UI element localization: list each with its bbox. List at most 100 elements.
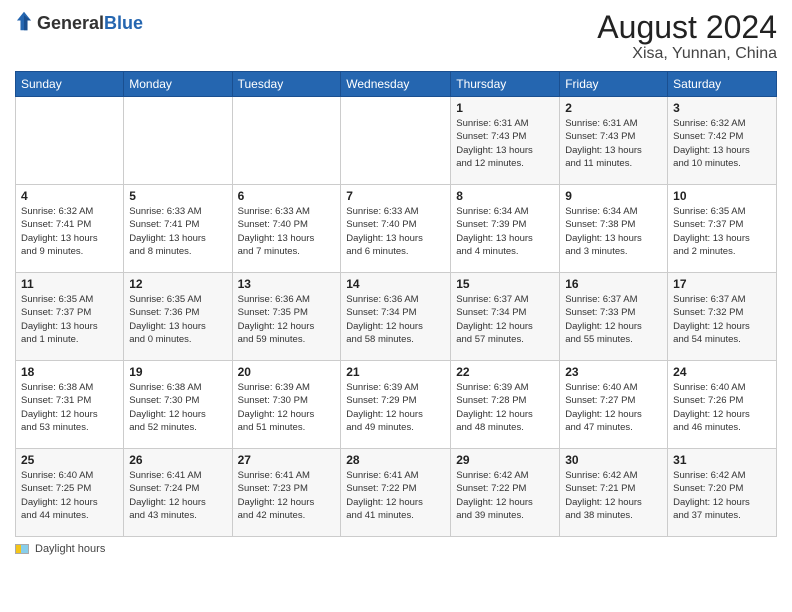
day-info: Sunrise: 6:34 AMSunset: 7:38 PMDaylight:… [565, 205, 662, 258]
footer: Daylight hours [15, 543, 777, 555]
day-info: Sunrise: 6:37 AMSunset: 7:34 PMDaylight:… [456, 293, 554, 346]
day-number: 12 [129, 277, 226, 291]
day-number: 26 [129, 453, 226, 467]
day-info: Sunrise: 6:39 AMSunset: 7:28 PMDaylight:… [456, 381, 554, 434]
calendar-day-cell: 17Sunrise: 6:37 AMSunset: 7:32 PMDayligh… [668, 273, 777, 361]
day-number: 9 [565, 189, 662, 203]
logo-general-text: General [37, 13, 104, 33]
day-number: 2 [565, 101, 662, 115]
daylight-label: Daylight hours [35, 543, 105, 555]
day-info: Sunrise: 6:42 AMSunset: 7:22 PMDaylight:… [456, 469, 554, 522]
calendar-table: SundayMondayTuesdayWednesdayThursdayFrid… [15, 71, 777, 537]
day-info: Sunrise: 6:31 AMSunset: 7:43 PMDaylight:… [456, 117, 554, 170]
day-info: Sunrise: 6:40 AMSunset: 7:25 PMDaylight:… [21, 469, 118, 522]
day-number: 24 [673, 365, 771, 379]
header: GeneralBlue August 2024 Xisa, Yunnan, Ch… [15, 10, 777, 63]
calendar-day-cell: 26 Sunrise: 6:41 AMSunset: 7:24 PMDayligh… [124, 449, 232, 537]
day-info: Sunrise: 6:35 AMSunset: 7:37 PMDaylight:… [21, 293, 118, 346]
day-info: Sunrise: 6:31 AMSunset: 7:43 PMDaylight:… [565, 117, 662, 170]
calendar-day-cell: 31Sunrise: 6:42 AMSunset: 7:20 PMDayligh… [668, 449, 777, 537]
calendar-day-cell: 28Sunrise: 6:41 AMSunset: 7:22 PMDayligh… [341, 449, 451, 537]
calendar-day-cell: 29 Sunrise: 6:42 AMSunset: 7:22 PMDayligh… [451, 449, 560, 537]
calendar-day-cell: 7 Sunrise: 6:33 AMSunset: 7:40 PMDaylight… [341, 185, 451, 273]
day-info: Sunrise: 6:35 AMSunset: 7:37 PMDaylight:… [673, 205, 771, 258]
day-number: 16 [565, 277, 662, 291]
calendar-day-header: Sunday [16, 72, 124, 97]
day-number: 23 [565, 365, 662, 379]
location-subtitle: Xisa, Yunnan, China [597, 45, 777, 63]
day-number: 18 [21, 365, 118, 379]
calendar-day-cell: 12 Sunrise: 6:35 AMSunset: 7:36 PMDayligh… [124, 273, 232, 361]
day-info: Sunrise: 6:39 AMSunset: 7:29 PMDaylight:… [346, 381, 445, 434]
calendar-day-cell: 16 Sunrise: 6:37 AMSunset: 7:33 PMDayligh… [560, 273, 668, 361]
day-info: Sunrise: 6:34 AMSunset: 7:39 PMDaylight:… [456, 205, 554, 258]
calendar-day-cell [232, 97, 341, 185]
calendar-day-cell [124, 97, 232, 185]
day-number: 19 [129, 365, 226, 379]
calendar-day-cell: 3 Sunrise: 6:32 AMSunset: 7:42 PMDaylight… [668, 97, 777, 185]
day-info: Sunrise: 6:42 AMSunset: 7:21 PMDaylight:… [565, 469, 662, 522]
day-number: 30 [565, 453, 662, 467]
calendar-day-cell: 23 Sunrise: 6:40 AMSunset: 7:27 PMDayligh… [560, 361, 668, 449]
day-number: 20 [238, 365, 336, 379]
calendar-day-cell: 21 Sunrise: 6:39 AMSunset: 7:29 PMDayligh… [341, 361, 451, 449]
day-info: Sunrise: 6:41 AMSunset: 7:22 PMDaylight:… [346, 469, 445, 522]
calendar-day-cell: 10Sunrise: 6:35 AMSunset: 7:37 PMDayligh… [668, 185, 777, 273]
day-number: 14 [346, 277, 445, 291]
day-number: 21 [346, 365, 445, 379]
calendar-week-row: 1Sunrise: 6:31 AMSunset: 7:43 PMDaylight… [16, 97, 777, 185]
calendar-day-cell: 24 Sunrise: 6:40 AMSunset: 7:26 PMDayligh… [668, 361, 777, 449]
calendar-header-row: SundayMondayTuesdayWednesdayThursdayFrid… [16, 72, 777, 97]
calendar-day-cell: 18 Sunrise: 6:38 AMSunset: 7:31 PMDayligh… [16, 361, 124, 449]
day-info: Sunrise: 6:37 AMSunset: 7:33 PMDaylight:… [565, 293, 662, 346]
day-number: 11 [21, 277, 118, 291]
calendar-day-cell: 11 Sunrise: 6:35 AMSunset: 7:37 PMDayligh… [16, 273, 124, 361]
day-number: 15 [456, 277, 554, 291]
day-number: 6 [238, 189, 336, 203]
daylight-icon [15, 544, 29, 554]
day-number: 22 [456, 365, 554, 379]
calendar-day-cell [341, 97, 451, 185]
day-info: Sunrise: 6:42 AMSunset: 7:20 PMDaylight:… [673, 469, 771, 522]
logo: GeneralBlue [15, 10, 143, 37]
calendar-day-cell: 13Sunrise: 6:36 AMSunset: 7:35 PMDayligh… [232, 273, 341, 361]
day-info: Sunrise: 6:38 AMSunset: 7:31 PMDaylight:… [21, 381, 118, 434]
day-info: Sunrise: 6:38 AMSunset: 7:30 PMDaylight:… [129, 381, 226, 434]
calendar-day-cell: 14Sunrise: 6:36 AMSunset: 7:34 PMDayligh… [341, 273, 451, 361]
day-number: 7 [346, 189, 445, 203]
day-info: Sunrise: 6:33 AMSunset: 7:40 PMDaylight:… [346, 205, 445, 258]
calendar-day-header: Monday [124, 72, 232, 97]
day-number: 27 [238, 453, 336, 467]
calendar-week-row: 11 Sunrise: 6:35 AMSunset: 7:37 PMDayligh… [16, 273, 777, 361]
calendar-week-row: 18 Sunrise: 6:38 AMSunset: 7:31 PMDayligh… [16, 361, 777, 449]
day-info: Sunrise: 6:32 AMSunset: 7:41 PMDaylight:… [21, 205, 118, 258]
day-number: 29 [456, 453, 554, 467]
calendar-day-header: Friday [560, 72, 668, 97]
day-info: Sunrise: 6:41 AMSunset: 7:24 PMDaylight:… [129, 469, 226, 522]
month-year-title: August 2024 [597, 10, 777, 45]
calendar-day-cell: 25 Sunrise: 6:40 AMSunset: 7:25 PMDayligh… [16, 449, 124, 537]
day-info: Sunrise: 6:32 AMSunset: 7:42 PMDaylight:… [673, 117, 771, 170]
calendar-day-cell: 30 Sunrise: 6:42 AMSunset: 7:21 PMDayligh… [560, 449, 668, 537]
page: GeneralBlue August 2024 Xisa, Yunnan, Ch… [0, 0, 792, 612]
day-info: Sunrise: 6:40 AMSunset: 7:26 PMDaylight:… [673, 381, 771, 434]
calendar-day-header: Saturday [668, 72, 777, 97]
logo-blue-text: Blue [104, 13, 143, 33]
day-number: 3 [673, 101, 771, 115]
calendar-day-cell: 2 Sunrise: 6:31 AMSunset: 7:43 PMDaylight… [560, 97, 668, 185]
day-info: Sunrise: 6:35 AMSunset: 7:36 PMDaylight:… [129, 293, 226, 346]
calendar-day-cell: 6 Sunrise: 6:33 AMSunset: 7:40 PMDaylight… [232, 185, 341, 273]
day-info: Sunrise: 6:33 AMSunset: 7:40 PMDaylight:… [238, 205, 336, 258]
calendar-day-cell: 1Sunrise: 6:31 AMSunset: 7:43 PMDaylight… [451, 97, 560, 185]
logo-icon [15, 10, 33, 32]
calendar-week-row: 25 Sunrise: 6:40 AMSunset: 7:25 PMDayligh… [16, 449, 777, 537]
calendar-day-header: Tuesday [232, 72, 341, 97]
day-number: 5 [129, 189, 226, 203]
day-number: 13 [238, 277, 336, 291]
calendar-day-cell: 22 Sunrise: 6:39 AMSunset: 7:28 PMDayligh… [451, 361, 560, 449]
day-info: Sunrise: 6:40 AMSunset: 7:27 PMDaylight:… [565, 381, 662, 434]
day-number: 25 [21, 453, 118, 467]
calendar-day-cell [16, 97, 124, 185]
calendar-day-cell: 4Sunrise: 6:32 AMSunset: 7:41 PMDaylight… [16, 185, 124, 273]
day-number: 17 [673, 277, 771, 291]
